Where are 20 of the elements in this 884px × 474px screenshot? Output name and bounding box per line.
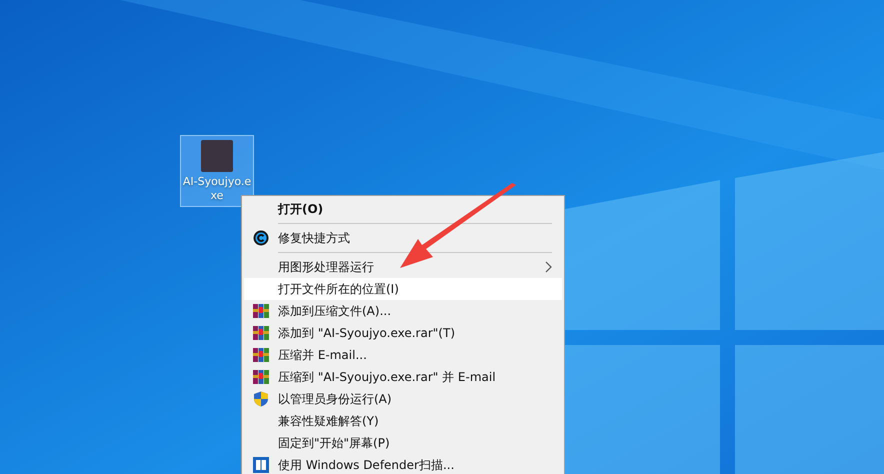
menu-item[interactable]: 压缩到 "AI-Syoujyo.exe.rar" 并 E-mail (244, 366, 562, 388)
books-icon (253, 369, 269, 385)
photo-placeholder (201, 140, 233, 172)
menu-item[interactable]: 固定到"开始"屏幕(P) (244, 432, 562, 454)
menu-item[interactable]: 添加到压缩文件(A)... (244, 300, 562, 322)
menu-item[interactable]: 压缩并 E-mail... (244, 344, 562, 366)
menu-item[interactable]: 添加到 "AI-Syoujyo.exe.rar"(T) (244, 322, 562, 344)
menu-item[interactable]: 打开文件所在的位置(I) (244, 278, 562, 300)
menu-item[interactable]: 用图形处理器运行 (244, 256, 562, 278)
books-icon (253, 303, 269, 319)
shield-icon (253, 391, 269, 407)
books-icon (253, 347, 269, 363)
menu-item[interactable]: 以管理员身份运行(A) (244, 388, 562, 410)
books-icon (253, 325, 269, 341)
chevron-right-icon (545, 261, 552, 273)
circle-c-icon (253, 230, 269, 246)
menu-item[interactable]: 使用 Windows Defender扫描... (244, 454, 562, 474)
menu-item[interactable]: 兼容性疑难解答(Y) (244, 410, 562, 432)
window-icon (253, 457, 269, 473)
menu-item[interactable]: 修复快捷方式 (244, 227, 562, 249)
